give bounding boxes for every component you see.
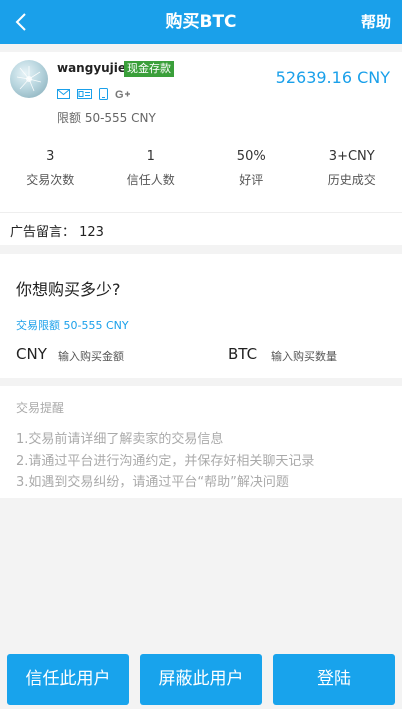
login-button[interactable]: 登陆 xyxy=(273,654,395,705)
stat-trust-count: 1 信任人数 xyxy=(101,148,202,198)
stat-history-volume: 3+CNY 历史成交 xyxy=(302,148,402,198)
avatar[interactable] xyxy=(10,60,48,98)
stat-label: 历史成交 xyxy=(327,173,376,187)
tip-item: 2.请通过平台进行沟通约定，并保存好相关聊天记录 xyxy=(16,454,315,469)
stat-value: 1 xyxy=(146,149,155,164)
btc-quantity-input[interactable] xyxy=(271,346,391,366)
stat-value: 3 xyxy=(46,149,55,164)
page-title: 购买BTC xyxy=(165,12,237,32)
seller-username: wangyujie xyxy=(57,61,127,75)
trust-user-button[interactable]: 信任此用户 xyxy=(7,654,129,705)
stat-positive-rating: 50% 好评 xyxy=(201,148,302,198)
seller-card: wangyujie 现金存款 G 限额 50-555 CNY 52639.16 … xyxy=(0,52,402,245)
stat-label: 交易次数 xyxy=(26,173,75,187)
btc-price: 52639.16 CNY xyxy=(275,68,390,87)
divider xyxy=(0,212,402,213)
seller-stats: 3 交易次数 1 信任人数 50% 好评 3+CNY 历史成交 xyxy=(0,148,402,198)
stat-value: 50% xyxy=(236,149,266,164)
stat-label: 好评 xyxy=(239,173,264,187)
cny-label: CNY xyxy=(16,345,47,363)
trade-limit: 交易限额 50-555 CNY xyxy=(16,319,129,332)
svg-text:G: G xyxy=(115,89,124,100)
google-plus-icon: G xyxy=(115,85,131,101)
tip-item: 1.交易前请详细了解卖家的交易信息 xyxy=(16,432,224,447)
help-link[interactable]: 帮助 xyxy=(361,0,391,44)
verification-icons: G xyxy=(57,84,131,101)
stat-trade-count: 3 交易次数 xyxy=(0,148,101,198)
seller-limit: 限额 50-555 CNY xyxy=(57,111,156,125)
email-icon xyxy=(57,85,70,99)
id-card-icon xyxy=(77,85,92,99)
top-bar: 购买BTC 帮助 xyxy=(0,0,402,44)
phone-icon xyxy=(99,85,108,100)
block-user-button[interactable]: 屏蔽此用户 xyxy=(140,654,262,705)
stat-value: 3+CNY xyxy=(328,149,375,164)
cny-amount-input[interactable] xyxy=(58,346,178,366)
trade-tips: 交易提醒 1.交易前请详细了解卖家的交易信息 2.请通过平台进行沟通约定，并保存… xyxy=(0,386,402,498)
buy-question: 你想购买多少? xyxy=(16,280,121,299)
tips-title: 交易提醒 xyxy=(16,401,65,415)
buy-form: 你想购买多少? 交易限额 50-555 CNY CNY BTC xyxy=(0,254,402,378)
btc-label: BTC xyxy=(228,345,258,363)
ad-message: 广告留言： 123 xyxy=(10,225,104,240)
payment-method-badge: 现金存款 xyxy=(124,61,174,77)
stat-label: 信任人数 xyxy=(126,173,175,187)
tip-item: 3.如遇到交易纠纷，请通过平台“帮助”解决问题 xyxy=(16,475,289,490)
